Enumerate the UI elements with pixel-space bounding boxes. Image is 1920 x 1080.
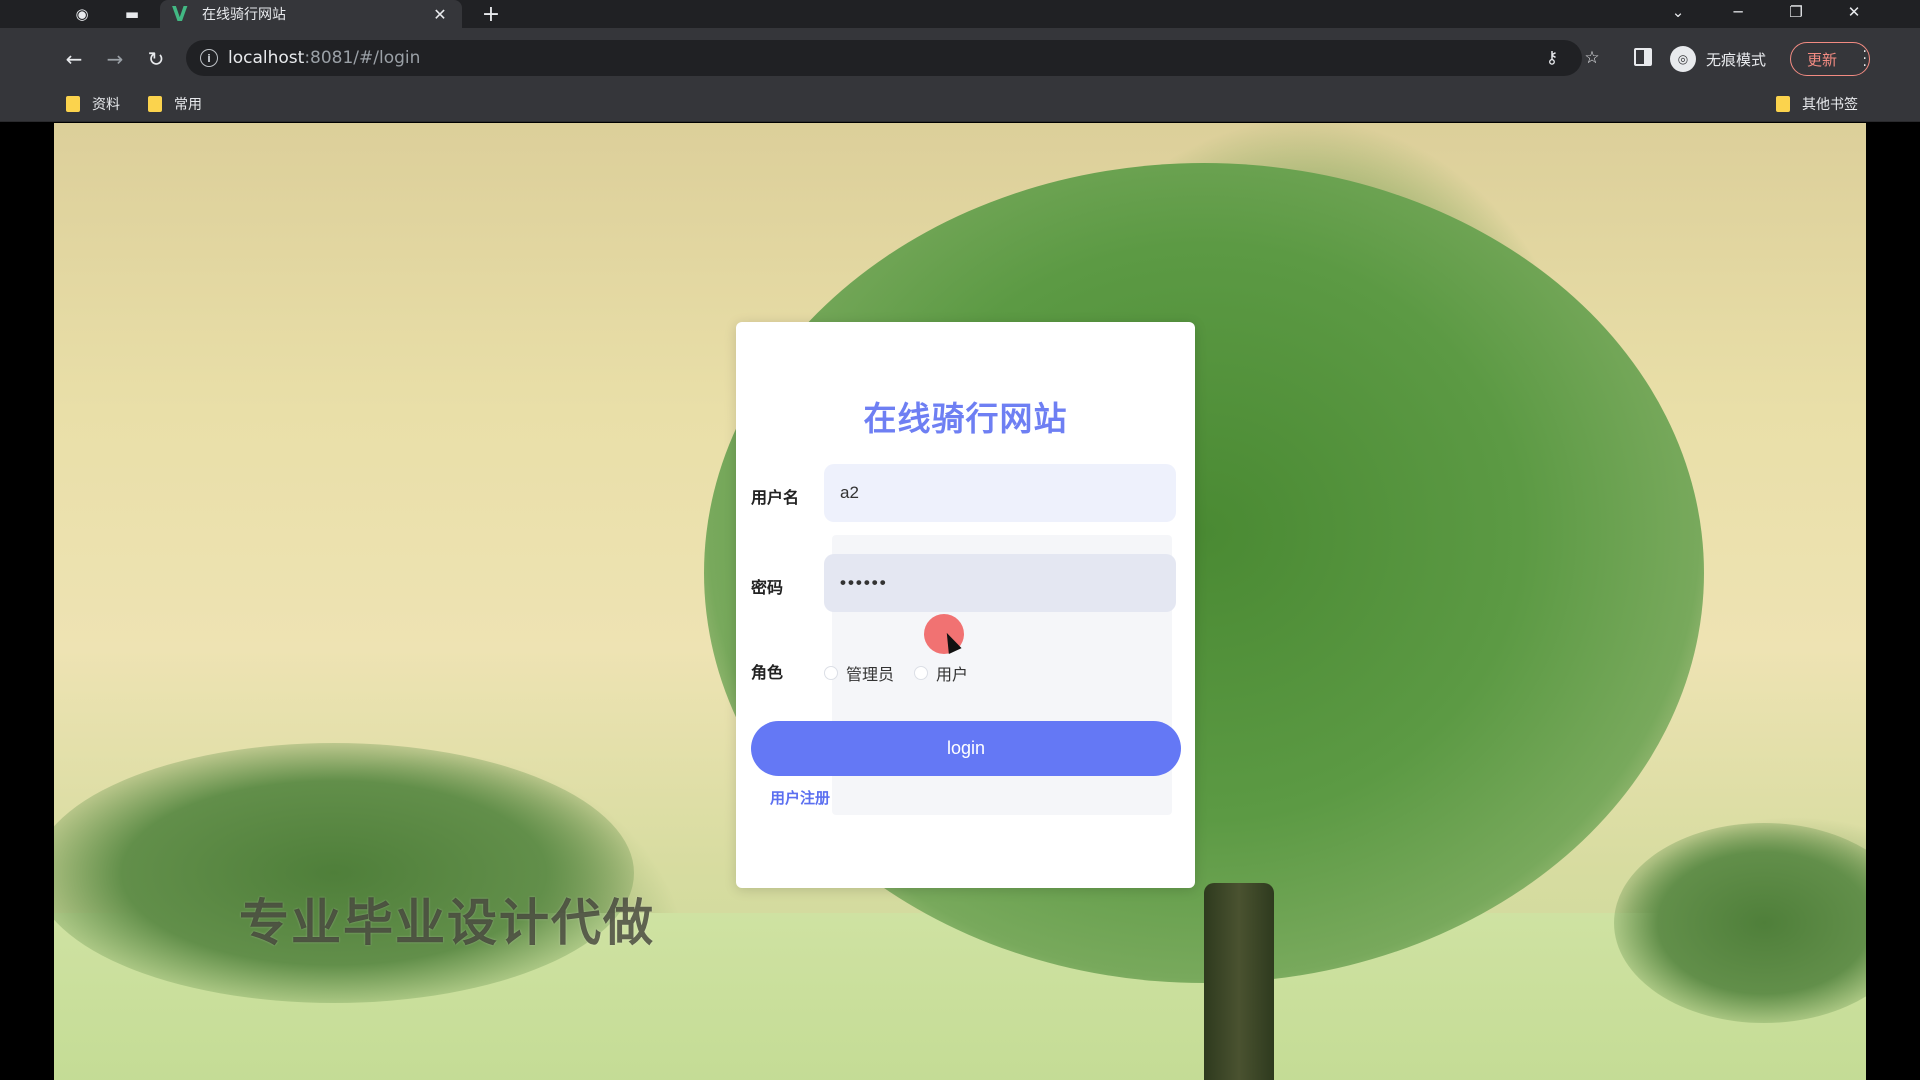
role-option-label: 管理员 bbox=[846, 665, 895, 684]
update-button[interactable]: 更新 · · · bbox=[1790, 42, 1870, 76]
tab-list-chevron-icon[interactable]: ⌄ bbox=[1658, 0, 1698, 24]
star-icon[interactable]: ☆ bbox=[1581, 48, 1603, 68]
other-bookmarks[interactable]: 其他书签 bbox=[1776, 90, 1858, 118]
login-card: 在线骑行网站 用户名 密码 角色 管理员 用户 login 用户注册 bbox=[736, 322, 1195, 888]
new-tab-button[interactable]: + bbox=[478, 0, 504, 28]
username-input[interactable] bbox=[824, 464, 1176, 522]
bookmark-label: 资料 bbox=[92, 97, 120, 113]
role-option-label: 用户 bbox=[936, 665, 969, 684]
reload-icon[interactable]: ↻ bbox=[141, 44, 171, 74]
role-option-admin[interactable]: 管理员 bbox=[824, 661, 894, 685]
vue-favicon-icon: V bbox=[172, 2, 188, 26]
register-link[interactable]: 用户注册 bbox=[770, 787, 830, 808]
folder-icon bbox=[66, 96, 80, 112]
role-radio-group: 管理员 用户 bbox=[824, 658, 988, 688]
globe-icon[interactable]: ◉ bbox=[68, 0, 96, 28]
password-label: 密码 bbox=[751, 578, 784, 597]
background-left-trees bbox=[54, 743, 634, 1003]
login-button[interactable]: login bbox=[751, 721, 1181, 776]
bookmark-label: 其他书签 bbox=[1802, 97, 1858, 113]
radio-circle[interactable] bbox=[914, 666, 929, 680]
bookmark-label: 常用 bbox=[174, 97, 202, 113]
url-text: localhost:8081/#/login bbox=[228, 48, 421, 68]
incognito-icon: ◎ bbox=[1670, 46, 1696, 72]
password-input[interactable] bbox=[824, 554, 1176, 612]
menu-dots-icon[interactable]: · · · bbox=[1863, 45, 1867, 73]
minimize-icon[interactable]: ─ bbox=[1718, 0, 1758, 24]
close-tab-icon[interactable]: ✕ bbox=[428, 2, 452, 26]
key-icon[interactable]: ⚷ bbox=[1541, 48, 1563, 68]
forward-icon[interactable]: → bbox=[100, 44, 130, 74]
bookmark-folder-1[interactable]: 资料 bbox=[66, 90, 120, 118]
folder-icon bbox=[148, 96, 162, 112]
active-tab[interactable]: V 在线骑行网站 ✕ bbox=[160, 0, 462, 28]
bookmarks-bar bbox=[0, 86, 1920, 122]
incognito-label: 无痕模式 bbox=[1706, 50, 1767, 69]
watermark-text: 专业毕业设计代做 bbox=[239, 894, 655, 952]
address-bar[interactable]: i localhost:8081/#/login ⚷ ☆ bbox=[186, 40, 1600, 76]
radio-circle[interactable] bbox=[824, 666, 838, 680]
tab-title: 在线骑行网站 bbox=[202, 7, 286, 23]
folder-icon bbox=[1776, 96, 1790, 112]
role-option-user[interactable]: 用户 bbox=[914, 661, 968, 685]
site-info-icon[interactable]: i bbox=[200, 49, 218, 67]
tab-search-icon[interactable]: ▬ bbox=[118, 0, 146, 28]
restore-icon[interactable]: ❐ bbox=[1776, 0, 1816, 24]
update-label: 更新 bbox=[1807, 50, 1838, 69]
back-icon[interactable]: ← bbox=[59, 44, 89, 74]
role-label: 角色 bbox=[751, 663, 784, 682]
username-label: 用户名 bbox=[751, 488, 800, 507]
side-panel-icon[interactable] bbox=[1634, 48, 1652, 66]
window-close-icon[interactable]: ✕ bbox=[1834, 0, 1874, 24]
incognito-indicator[interactable]: ◎ 无痕模式 bbox=[1670, 45, 1766, 73]
background-tree-trunk bbox=[1204, 883, 1274, 1080]
page-title: 在线骑行网站 bbox=[863, 399, 1068, 438]
bookmark-folder-2[interactable]: 常用 bbox=[148, 90, 202, 118]
